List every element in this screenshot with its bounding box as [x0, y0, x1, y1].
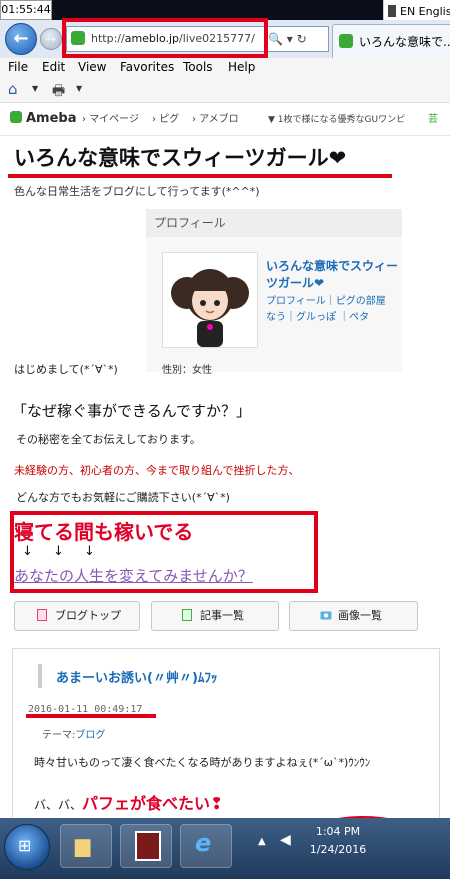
start-button[interactable]: ⊞: [4, 824, 50, 870]
windows-logo-icon: ⊞: [18, 836, 32, 855]
taskbar-explorer[interactable]: ▆: [60, 824, 112, 868]
annotation-underlines: [8, 174, 429, 874]
tray-time: 1:04 PM: [315, 825, 361, 838]
clock-app-icon: [135, 831, 161, 861]
taskbar-ie[interactable]: e: [180, 824, 232, 868]
annotation-box-ad: [10, 511, 318, 593]
internet-explorer-icon: e: [195, 829, 212, 857]
speaker-icon[interactable]: ◀: [280, 832, 291, 848]
tray-date: 1/24/2016: [309, 843, 367, 856]
folder-icon: ▆: [75, 833, 91, 857]
tray-expand-icon[interactable]: ▲: [258, 836, 266, 847]
tray-clock[interactable]: 1:04 PM 1/24/2016: [298, 823, 378, 859]
taskbar-clock-app[interactable]: [120, 824, 172, 868]
